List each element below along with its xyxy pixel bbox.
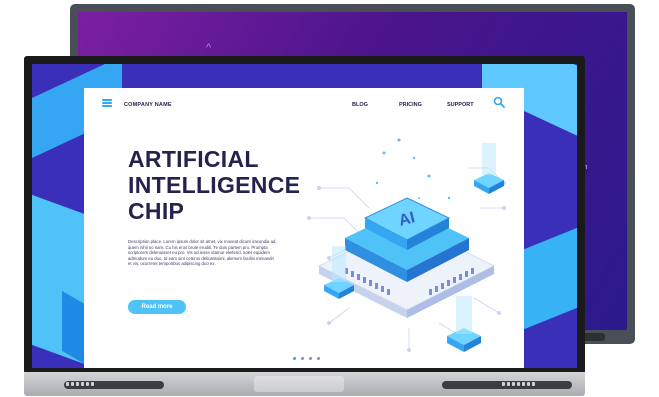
front-screen: COMPANY NAME BLOG PRICING SUPPORT ARTIFI… bbox=[32, 64, 577, 368]
nav-blog-link[interactable]: BLOG bbox=[352, 102, 368, 108]
slide-dot[interactable] bbox=[301, 357, 304, 360]
search-icon[interactable] bbox=[493, 96, 505, 108]
nav-pricing-link[interactable]: PRICING bbox=[399, 102, 422, 108]
port-strip-right bbox=[502, 380, 535, 388]
port-strip-left bbox=[66, 380, 94, 388]
hero-title-line: CHIP bbox=[128, 198, 185, 224]
slide-indicator bbox=[293, 357, 320, 360]
hero-title-line: ARTIFICIAL bbox=[128, 146, 259, 172]
chevron-up-icon: ^ bbox=[206, 42, 212, 54]
product-render: ^ d diam quae exerci C bbox=[0, 0, 659, 397]
front-display: COMPANY NAME BLOG PRICING SUPPORT ARTIFI… bbox=[24, 56, 585, 396]
nav-support-link[interactable]: SUPPORT bbox=[447, 102, 474, 108]
hamburger-menu-icon[interactable] bbox=[102, 99, 112, 107]
read-more-button[interactable]: Read more bbox=[128, 300, 186, 314]
slide-dot[interactable] bbox=[309, 357, 312, 360]
hero-title-line: INTELLIGENCE bbox=[128, 172, 301, 198]
slide-dot[interactable] bbox=[293, 357, 296, 360]
front-bottom-bar bbox=[24, 372, 585, 396]
slide-dot[interactable] bbox=[317, 357, 320, 360]
bottom-center-panel bbox=[254, 376, 344, 392]
hero-description: Description place. Lorem ipsum dolor sit… bbox=[128, 239, 277, 267]
landing-page: COMPANY NAME BLOG PRICING SUPPORT ARTIFI… bbox=[84, 88, 524, 368]
company-name[interactable]: COMPANY NAME bbox=[124, 102, 172, 108]
top-nav: COMPANY NAME BLOG PRICING SUPPORT bbox=[84, 88, 524, 118]
ai-chip-illustration: AI bbox=[307, 138, 506, 352]
hero-title: ARTIFICIAL INTELLIGENCE CHIP bbox=[128, 146, 300, 224]
front-bezel: COMPANY NAME BLOG PRICING SUPPORT ARTIFI… bbox=[24, 56, 585, 374]
